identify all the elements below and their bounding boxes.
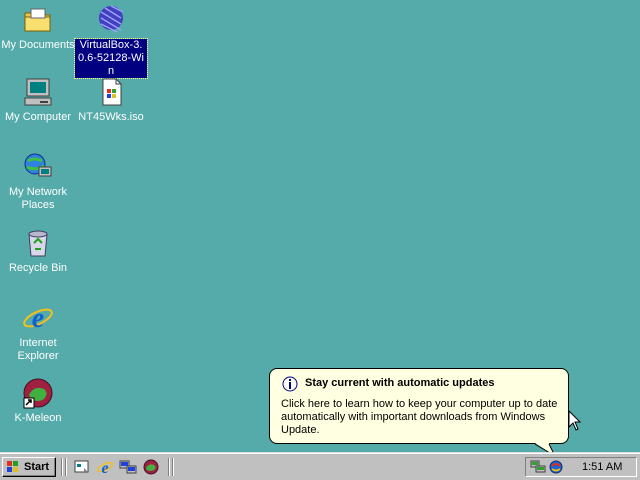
file-icon <box>95 76 127 108</box>
folder-icon <box>22 4 54 36</box>
desktop-icon-label: K-Meleon <box>14 412 62 424</box>
k-meleon-icon[interactable] <box>142 459 160 475</box>
automatic-updates-balloon[interactable]: Stay current with automatic updates Clic… <box>269 368 569 444</box>
desktop-icon-my-documents[interactable]: My Documents <box>0 4 76 52</box>
desktop-icon-k-meleon[interactable]: K-Meleon <box>0 377 76 425</box>
desktop-icon-my-computer[interactable]: My Computer <box>0 76 76 124</box>
desktop-icon-label: NT45Wks.iso <box>78 111 144 123</box>
balloon-body: Click here to learn how to keep your com… <box>281 398 558 436</box>
desktop-icon-internet-explorer[interactable]: e Internet Explorer <box>0 302 76 363</box>
taskbar: Start e 1:51 AM <box>0 452 640 480</box>
system-tray: 1:51 AM <box>525 457 637 477</box>
recycle-bin-icon <box>22 227 54 259</box>
desktop-icon-label: My Computer <box>4 111 72 123</box>
desktop-icon-label: Internet Explorer <box>17 337 59 362</box>
taskbar-separator <box>65 458 67 476</box>
network-icon[interactable] <box>119 459 137 475</box>
network-connection-icon[interactable] <box>530 460 546 474</box>
start-label: Start <box>24 461 50 473</box>
internet-explorer-icon: e <box>22 302 54 334</box>
taskbar-separator <box>172 458 174 476</box>
taskbar-separator <box>61 458 63 476</box>
desktop-icon-label: My Network Places <box>8 186 68 211</box>
desktop-icon-label: VirtualBox-3.0.6-52128-Win <box>74 38 148 79</box>
computer-icon <box>22 76 54 108</box>
automatic-updates-icon[interactable] <box>548 460 564 474</box>
show-desktop-icon[interactable] <box>73 459 91 475</box>
clock[interactable]: 1:51 AM <box>582 461 622 473</box>
network-places-icon <box>22 151 54 183</box>
desktop-icon-label: My Documents <box>1 39 75 51</box>
desktop-icon-my-network-places[interactable]: My Network Places <box>0 151 76 212</box>
k-meleon-icon <box>22 377 54 409</box>
desktop-icon-recycle-bin[interactable]: Recycle Bin <box>0 227 76 275</box>
taskbar-separator <box>168 458 170 476</box>
internet-explorer-icon[interactable]: e <box>96 459 114 477</box>
svg-text:e: e <box>32 303 44 334</box>
svg-text:e: e <box>101 460 108 475</box>
balloon-title: Stay current with automatic updates <box>305 377 495 389</box>
desktop-icon-label: Recycle Bin <box>8 262 68 274</box>
virtualbox-installer-icon <box>95 4 127 36</box>
windows-logo-icon <box>7 461 18 472</box>
info-icon <box>282 376 298 392</box>
desktop-icon-iso-file[interactable]: NT45Wks.iso <box>73 76 149 124</box>
start-button[interactable]: Start <box>2 457 56 477</box>
mouse-cursor-icon <box>568 410 582 431</box>
desktop-icon-virtualbox-installer[interactable]: VirtualBox-3.0.6-52128-Win <box>73 4 149 79</box>
